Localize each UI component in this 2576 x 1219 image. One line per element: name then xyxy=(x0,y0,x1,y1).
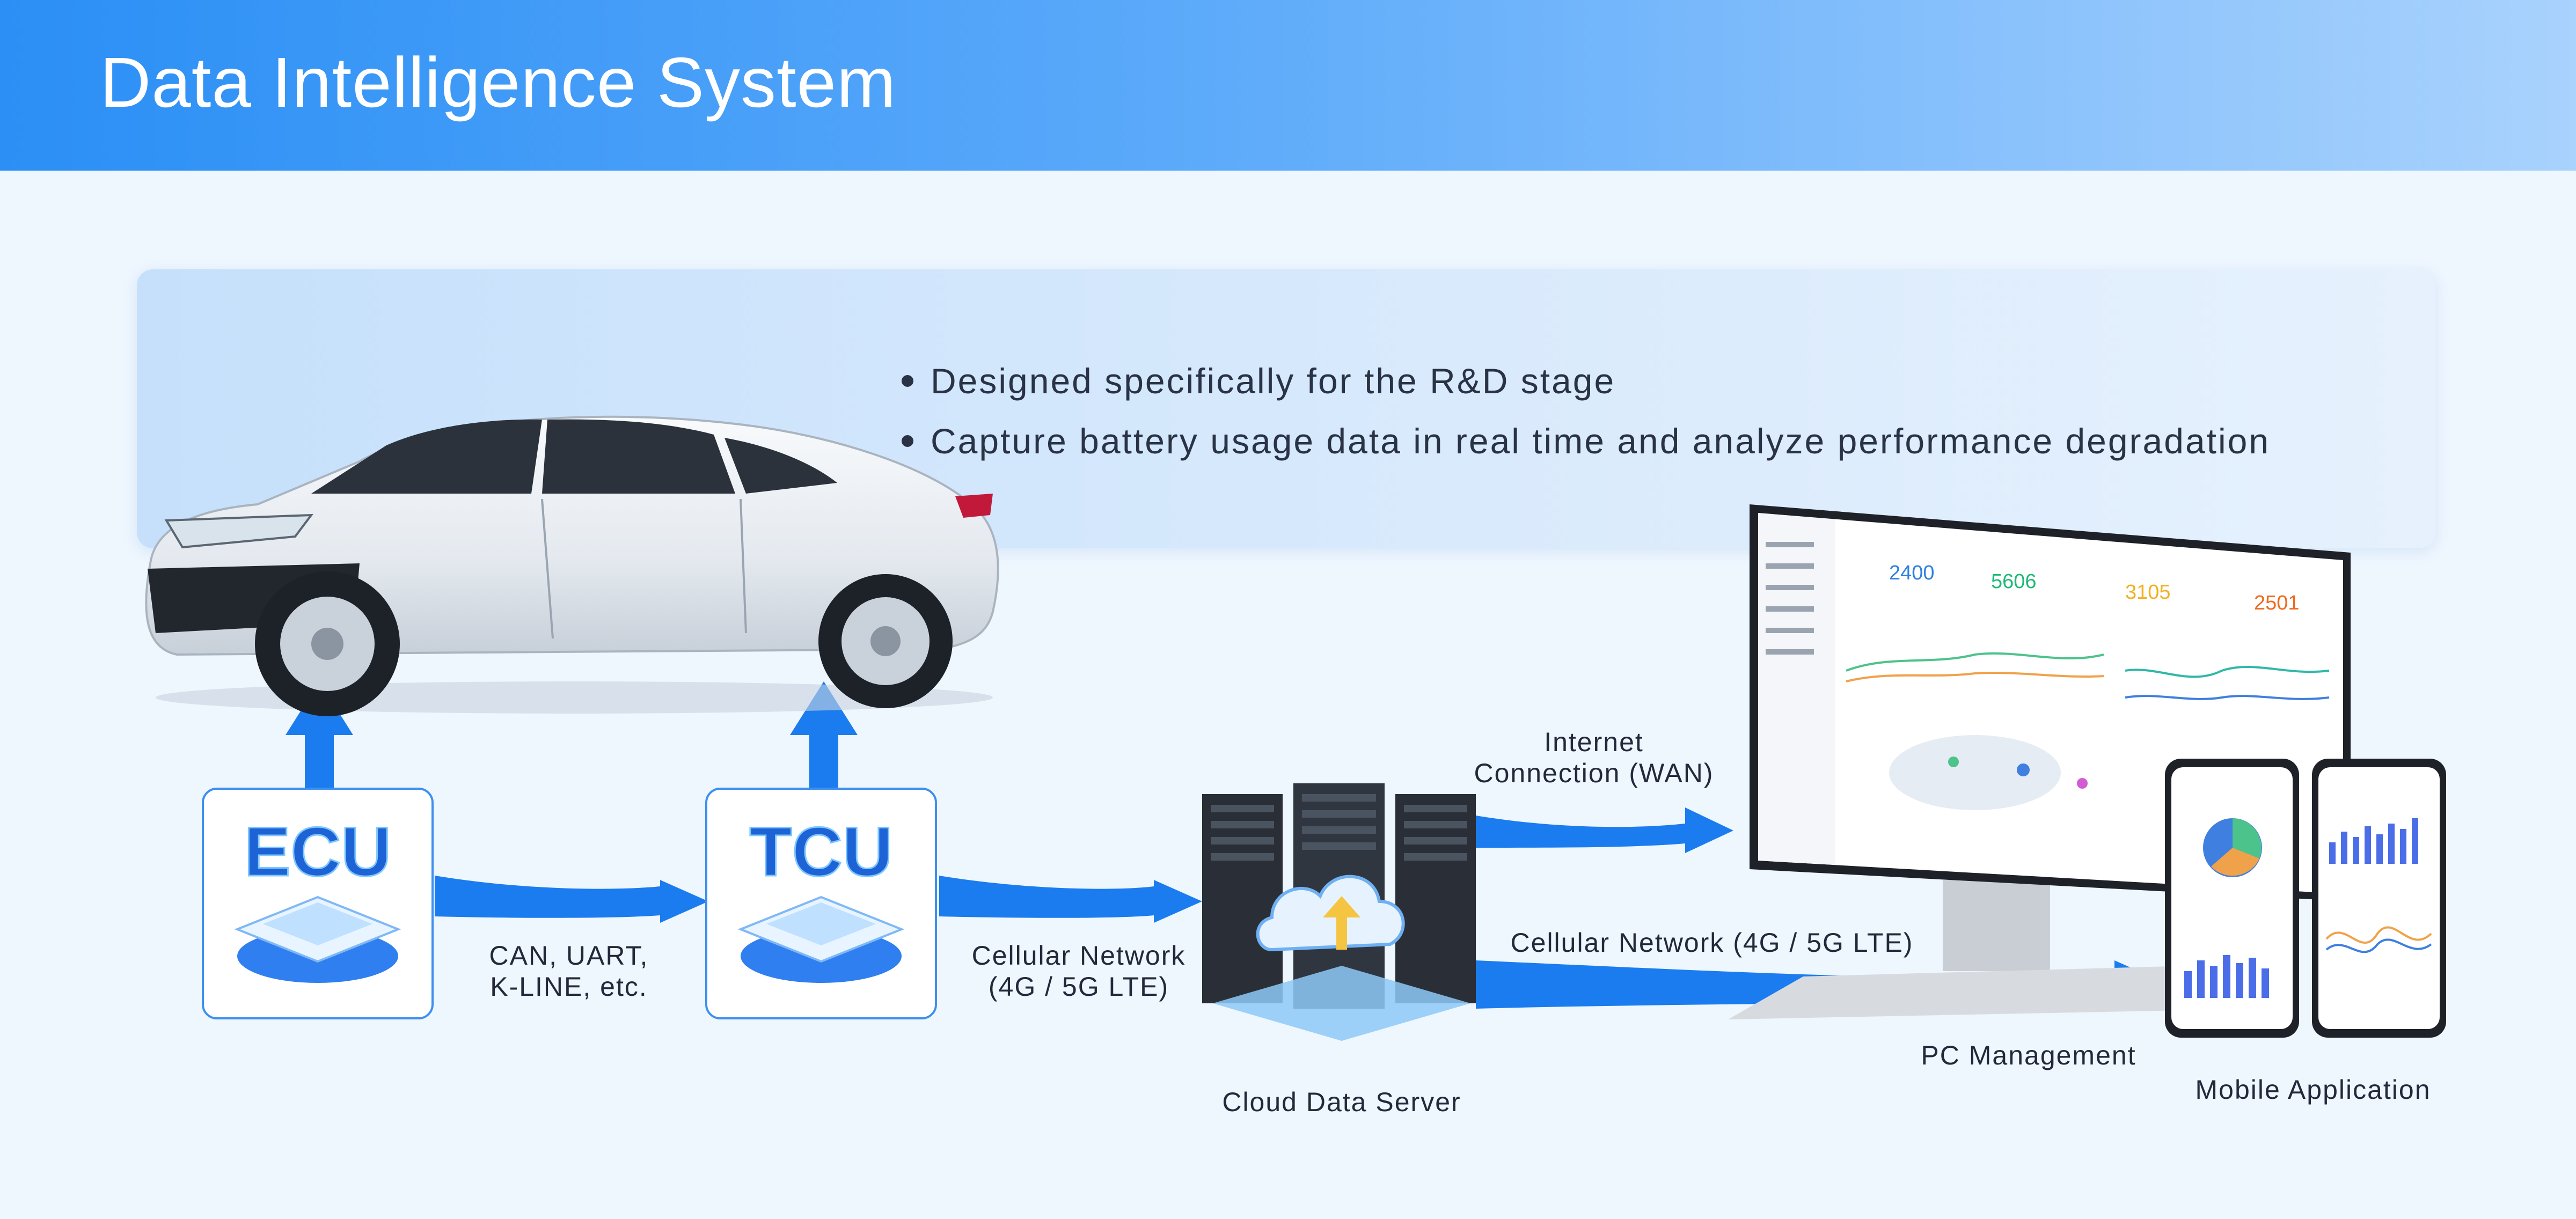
tcu-label: TCU xyxy=(749,812,892,891)
mobile-application-label: Mobile Application xyxy=(2195,1075,2431,1105)
link-label-ecu-tcu: CAN, UART, K-LINE, etc. xyxy=(462,940,676,1002)
arrow-ecu-to-tcu xyxy=(435,876,708,923)
ecu-chip-icon: ECU xyxy=(234,812,401,983)
cloud-server-illustration xyxy=(1202,783,1476,1041)
pc-management-label: PC Management xyxy=(1921,1040,2136,1070)
cloud-server-label: Cloud Data Server xyxy=(1222,1087,1461,1117)
kpi-value: 3105 xyxy=(2125,581,2171,604)
link-label-line: K-LINE, etc. xyxy=(490,972,648,1002)
link-label-line: (4G / 5G LTE) xyxy=(988,972,1169,1002)
tcu-box: TCU xyxy=(705,788,937,1019)
link-label-tcu-cloud: Cellular Network (4G / 5G LTE) xyxy=(945,940,1213,1002)
kpi-value: 2400 xyxy=(1889,562,1935,584)
kpi-value: 5606 xyxy=(1991,570,2037,593)
ecu-box: ECU xyxy=(202,788,434,1019)
link-label-line: Cellular Network xyxy=(971,941,1186,971)
kpi-value: 2501 xyxy=(2254,592,2300,614)
tcu-chip-icon: TCU xyxy=(737,812,905,983)
mobile-phones-illustration xyxy=(2165,759,2446,1038)
link-label-line: CAN, UART, xyxy=(489,941,649,971)
arrow-tcu-to-cloud xyxy=(939,876,1202,923)
car-illustration xyxy=(145,415,999,716)
ecu-label: ECU xyxy=(244,812,391,891)
